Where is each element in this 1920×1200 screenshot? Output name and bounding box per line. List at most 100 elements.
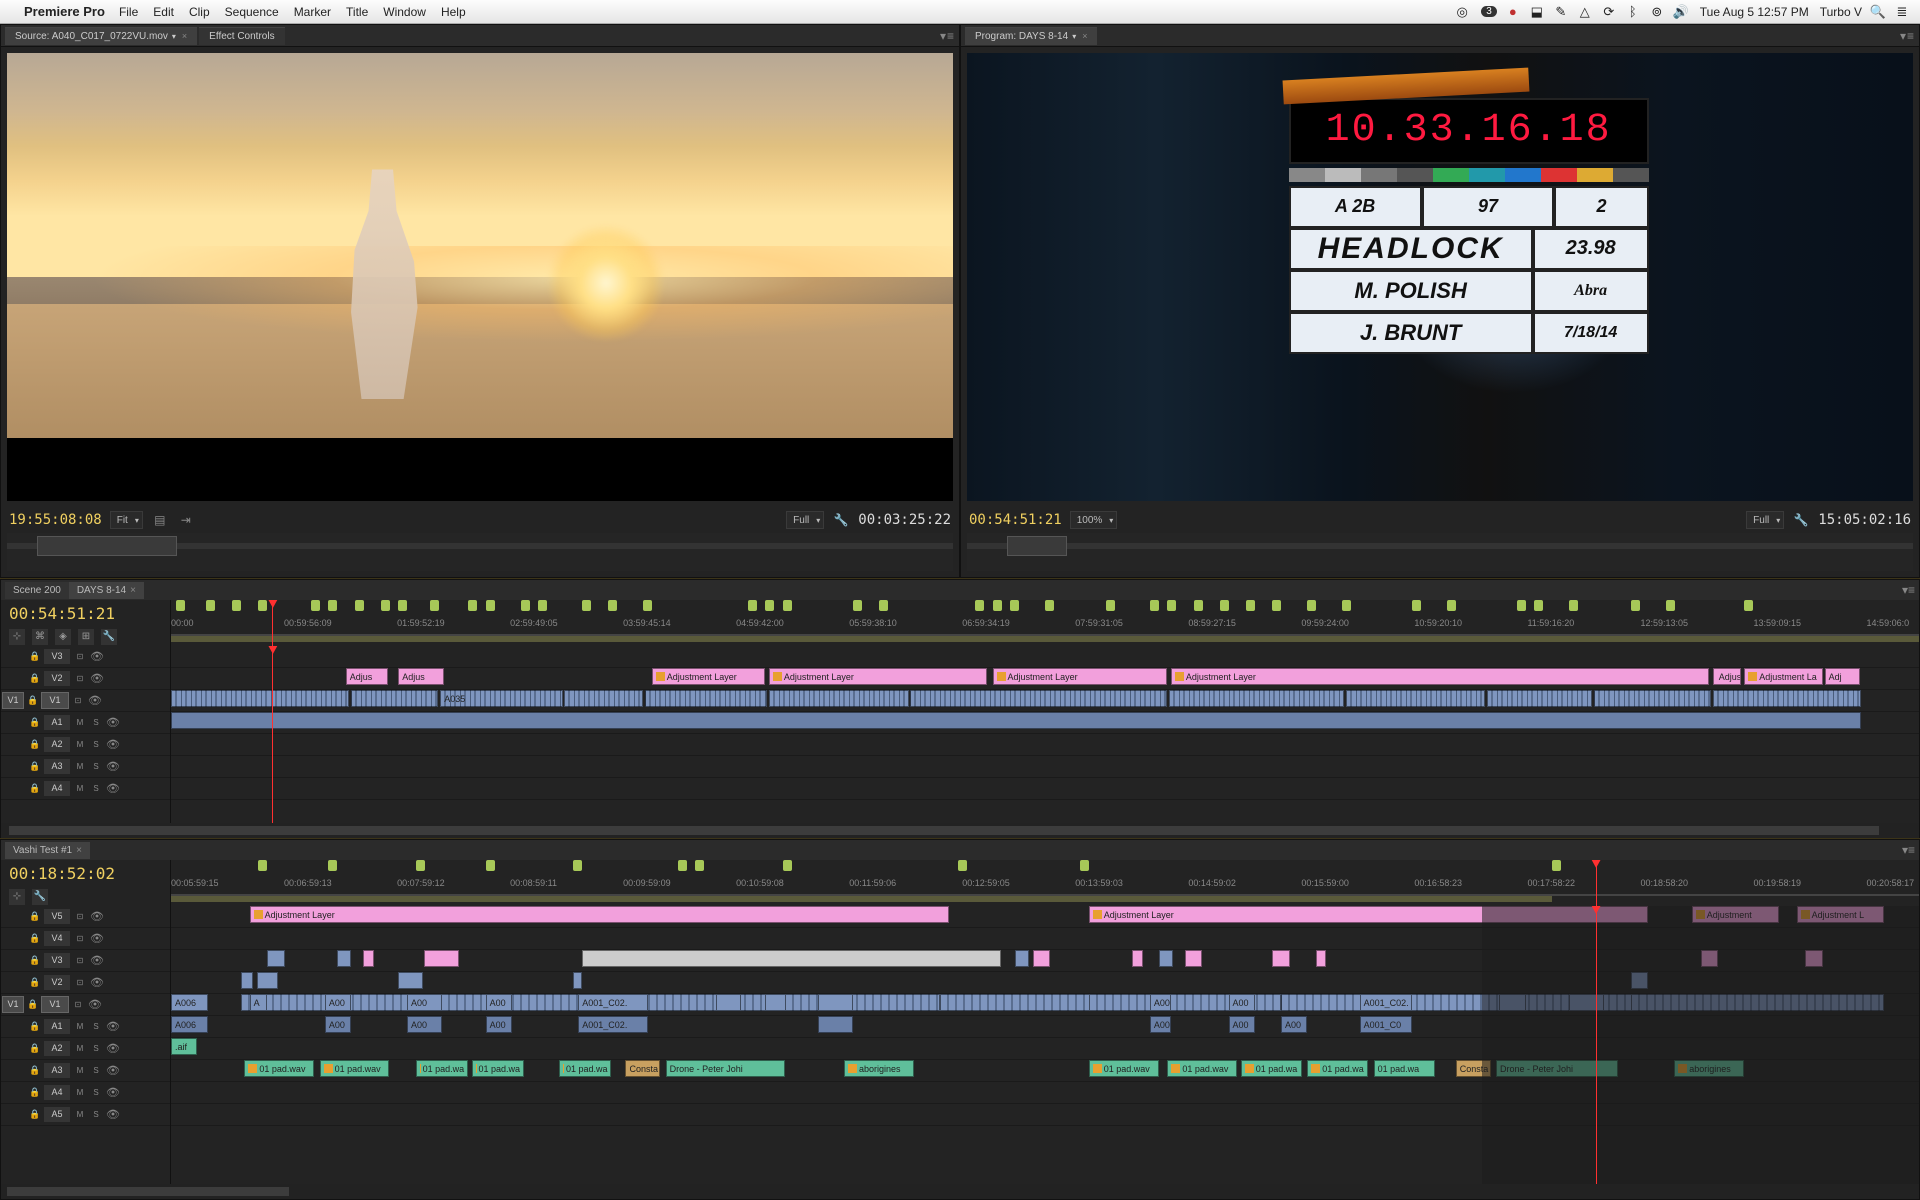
menu-clip[interactable]: Clip [189,5,210,19]
track-label[interactable]: A4 [44,781,70,796]
visibility-icon[interactable]: 👁 [106,1042,120,1055]
sync-toggle[interactable]: ⊡ [74,673,86,685]
link-icon[interactable]: ⌘ [32,629,48,645]
clip[interactable]: A00 [407,994,442,1011]
chapter-marker[interactable] [1744,600,1753,611]
chapter-marker[interactable] [678,860,687,871]
menu-help[interactable]: Help [441,5,466,19]
clip[interactable] [337,950,351,967]
solo-toggle[interactable]: S [90,1021,102,1033]
chapter-marker[interactable] [258,600,267,611]
lock-icon[interactable]: 🔒 [29,761,40,772]
chapter-marker[interactable] [176,600,185,611]
track-lane[interactable] [171,646,1919,668]
marker-icon[interactable]: ◈ [55,629,71,645]
track-label[interactable]: V3 [44,649,70,664]
clip[interactable]: 01 pad.wav [244,1060,314,1077]
evernote-icon[interactable]: ✎ [1553,4,1569,20]
visibility-icon[interactable]: 👁 [106,782,120,795]
lock-icon[interactable]: 🔒 [29,1021,40,1032]
clip[interactable]: A00 [325,994,351,1011]
chapter-marker[interactable] [355,600,364,611]
track-header-a3[interactable]: 🔒A3MS👁 [1,1060,170,1082]
sync-toggle[interactable]: ⊡ [72,999,84,1011]
clip[interactable]: Consta [625,1060,660,1077]
clip[interactable] [1631,994,1884,1011]
lock-icon[interactable]: 🔒 [29,911,40,922]
tl2-tracks[interactable]: Adjustment LayerAdjustment LayerAdjustme… [171,906,1919,1184]
track-icon[interactable]: ⊞ [78,629,94,645]
clip[interactable]: 01 pad.wa [559,1060,611,1077]
track-lane[interactable] [171,1104,1919,1126]
tab-scene200[interactable]: Scene 200 [5,582,69,599]
mute-toggle[interactable]: M [74,739,86,751]
lock-icon[interactable]: 🔒 [29,933,40,944]
clip[interactable] [257,972,278,989]
solo-toggle[interactable]: S [90,1043,102,1055]
track-header-a4[interactable]: 🔒A4MS👁 [1,778,170,800]
clip[interactable]: A00 [1229,1016,1255,1033]
clip[interactable]: Adjustment Layer [652,668,766,685]
clip[interactable] [769,690,909,707]
chapter-marker[interactable] [328,860,337,871]
track-header-v5[interactable]: 🔒V5⊡👁 [1,906,170,928]
program-viewer[interactable]: 10.33.16.18 A 2B 97 2 HEADLOCK 23.98 M. … [967,53,1913,501]
menu-file[interactable]: File [119,5,138,19]
clip[interactable] [424,950,459,967]
panel-menu-icon[interactable]: ▾≡ [1902,843,1915,857]
tab-program[interactable]: Program: DAYS 8-14▾× [965,27,1097,45]
sync-icon[interactable]: ⟳ [1601,4,1617,20]
source-scrubber[interactable] [7,533,953,571]
clip[interactable] [398,972,422,989]
solo-toggle[interactable]: S [90,761,102,773]
clip[interactable] [1132,950,1142,967]
clip[interactable]: A00 [1150,994,1171,1011]
track-label[interactable]: V1 [42,997,68,1012]
clip[interactable]: 01 pad.wa [1241,1060,1302,1077]
chapter-marker[interactable] [311,600,320,611]
tab-days814[interactable]: DAYS 8-14× [69,582,144,599]
chapter-marker[interactable] [232,600,241,611]
snap-icon[interactable]: ⊹ [9,629,25,645]
clip[interactable] [241,972,253,989]
chapter-marker[interactable] [1272,600,1281,611]
clip[interactable] [1015,950,1029,967]
chapter-marker[interactable] [430,600,439,611]
bluetooth-icon[interactable]: ᛒ [1625,4,1641,20]
solo-toggle[interactable]: S [90,1109,102,1121]
track-header-a1[interactable]: 🔒A1MS👁 [1,1016,170,1038]
clip[interactable] [818,1016,853,1033]
chapter-marker[interactable] [1080,860,1089,871]
track-label[interactable]: V2 [44,671,70,686]
chapter-marker[interactable] [1342,600,1351,611]
track-lane[interactable] [171,972,1919,994]
wrench-icon[interactable]: 🔧 [32,889,48,905]
sync-toggle[interactable]: ⊡ [74,955,86,967]
visibility-icon[interactable]: 👁 [106,1086,120,1099]
clip[interactable]: A001_C02. [578,994,648,1011]
clip[interactable] [564,690,643,707]
chapter-marker[interactable] [1412,600,1421,611]
lock-icon[interactable]: 🔒 [29,673,40,684]
solo-toggle[interactable]: S [90,1065,102,1077]
record-icon[interactable]: ● [1505,4,1521,20]
clip[interactable]: 01 pad.wav [1089,1060,1159,1077]
chapter-marker[interactable] [381,600,390,611]
chapter-marker[interactable] [608,600,617,611]
panel-menu-icon[interactable]: ▾≡ [940,29,955,43]
track-label[interactable]: V2 [44,975,70,990]
chapter-marker[interactable] [975,600,984,611]
chapter-marker[interactable] [783,860,792,871]
snap-icon[interactable]: ⊹ [9,889,25,905]
clip[interactable]: Adjustment La [1744,668,1823,685]
track-header-v2[interactable]: 🔒V2⊡👁 [1,972,170,994]
panel-menu-icon[interactable]: ▾≡ [1900,29,1915,43]
source-res-select[interactable]: Full [786,511,824,529]
wifi-icon[interactable]: ⊚ [1649,4,1665,20]
program-scrubber[interactable] [967,533,1913,571]
clip[interactable]: 01 pad.wa [1307,1060,1368,1077]
visibility-icon[interactable]: 👁 [106,738,120,751]
volume-icon[interactable]: 🔊 [1673,4,1689,20]
lock-icon[interactable]: 🔒 [27,999,38,1010]
chapter-marker[interactable] [1666,600,1675,611]
